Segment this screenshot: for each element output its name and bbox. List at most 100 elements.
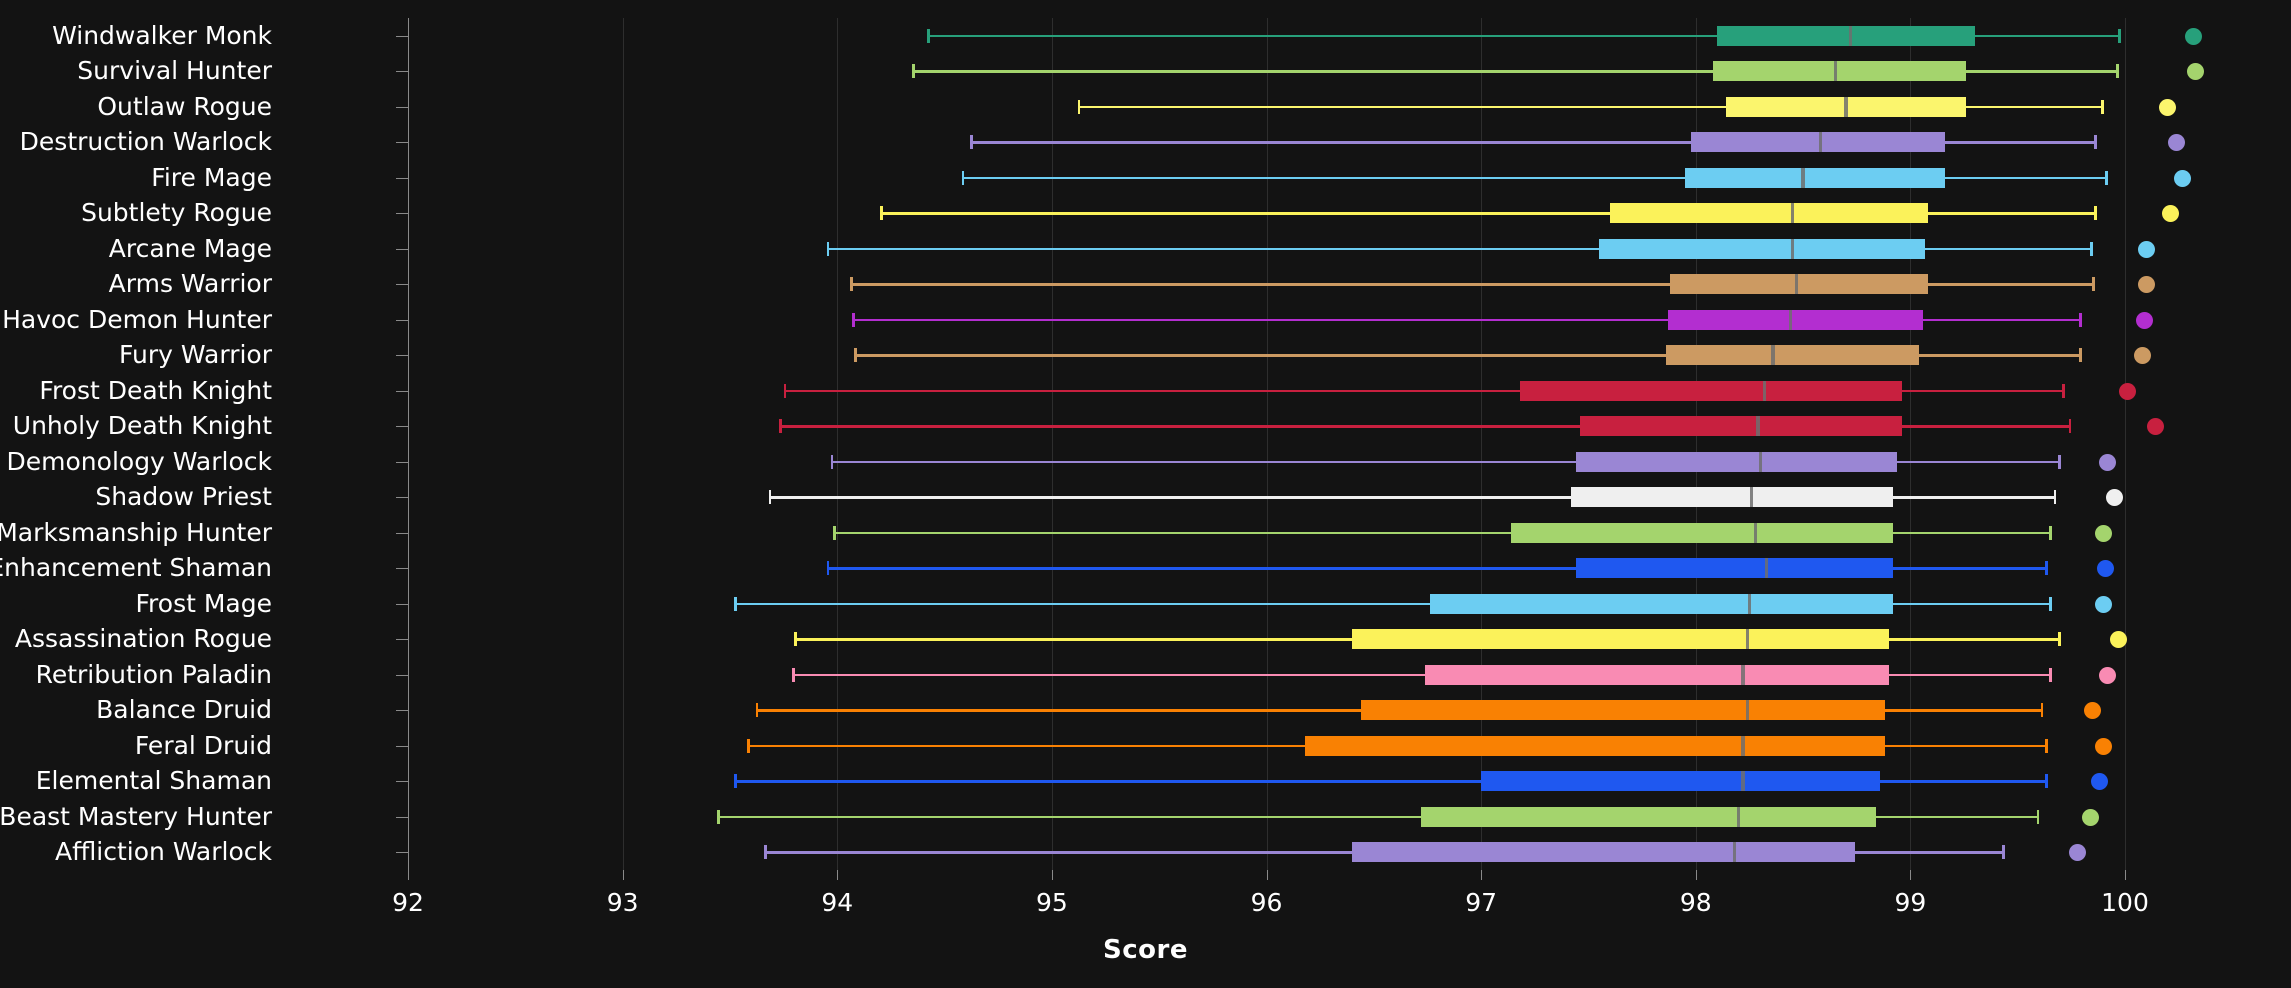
lower-whisker <box>717 815 1422 819</box>
boxplot-subtlety-rogue[interactable] <box>0 201 2291 225</box>
boxplot-feral-druid[interactable] <box>0 734 2291 758</box>
outlier-point[interactable] <box>2099 666 2117 684</box>
boxplot-retribution-paladin[interactable] <box>0 663 2291 687</box>
box-iqr[interactable] <box>1667 309 1924 330</box>
outlier-point[interactable] <box>2069 844 2087 862</box>
median-line <box>1762 380 1767 401</box>
outlier-point[interactable] <box>2159 98 2177 116</box>
lower-whisker <box>734 780 1482 783</box>
upper-whisker-cap <box>2094 135 2098 150</box>
boxplot-fury-warrior[interactable] <box>0 343 2291 367</box>
outlier-point[interactable] <box>2082 808 2100 826</box>
boxplot-windwalker-monk[interactable] <box>0 24 2291 48</box>
box-iqr[interactable] <box>1571 487 1894 508</box>
outlier-point[interactable] <box>2090 773 2108 791</box>
boxplot-destruction-warlock[interactable] <box>0 130 2291 154</box>
boxplot-frost-death-knight[interactable] <box>0 379 2291 403</box>
boxplot-survival-hunter[interactable] <box>0 59 2291 83</box>
outlier-point[interactable] <box>2133 347 2151 365</box>
median-line <box>1833 61 1837 82</box>
outlier-point[interactable] <box>2161 205 2179 223</box>
upper-whisker <box>1893 531 2053 535</box>
x-tick <box>622 870 624 880</box>
median-line <box>1801 167 1805 188</box>
boxplot-havoc-demon-hunter[interactable] <box>0 308 2291 332</box>
boxplot-frost-mage[interactable] <box>0 592 2291 616</box>
outlier-point[interactable] <box>2099 453 2117 471</box>
outlier-point[interactable] <box>2174 169 2192 187</box>
outlier-point[interactable] <box>2146 418 2164 436</box>
lower-whisker-cap <box>717 809 720 824</box>
outlier-point[interactable] <box>2097 560 2115 578</box>
lower-whisker <box>755 709 1361 712</box>
boxplot-arcane-mage[interactable] <box>0 237 2291 261</box>
outlier-point[interactable] <box>2187 63 2205 81</box>
boxplot-demonology-warlock[interactable] <box>0 450 2291 474</box>
boxplot-affliction-warlock[interactable] <box>0 840 2291 864</box>
box-iqr[interactable] <box>1599 238 1926 259</box>
median-line <box>1764 558 1769 579</box>
box-iqr[interactable] <box>1717 25 1975 46</box>
outlier-point[interactable] <box>2095 737 2113 755</box>
lower-whisker-cap <box>970 135 973 150</box>
box-iqr[interactable] <box>1360 700 1885 721</box>
upper-whisker-cap <box>2115 64 2119 79</box>
lower-whisker-cap <box>852 312 855 327</box>
box-iqr[interactable] <box>1609 203 1928 224</box>
boxplot-arms-warrior[interactable] <box>0 272 2291 296</box>
box-iqr[interactable] <box>1511 522 1894 543</box>
outlier-point[interactable] <box>2137 276 2155 294</box>
upper-whisker <box>1876 815 2040 819</box>
upper-whisker <box>1966 70 2119 73</box>
box-iqr[interactable] <box>1425 664 1889 685</box>
box-iqr[interactable] <box>1575 451 1898 472</box>
box-iqr[interactable] <box>1665 345 1919 366</box>
lower-whisker-cap <box>792 667 795 682</box>
median-line <box>1790 238 1794 259</box>
boxplot-enhancement-shaman[interactable] <box>0 556 2291 580</box>
box-iqr[interactable] <box>1305 735 1885 756</box>
upper-whisker <box>1923 318 2083 322</box>
boxplot-beast-mastery-hunter[interactable] <box>0 805 2291 829</box>
outlier-point[interactable] <box>2118 382 2136 400</box>
boxplot-marksmanship-hunter[interactable] <box>0 521 2291 545</box>
outlier-point[interactable] <box>2135 311 2153 329</box>
boxplot-balance-druid[interactable] <box>0 698 2291 722</box>
outlier-point[interactable] <box>2105 489 2123 507</box>
box-iqr[interactable] <box>1481 771 1881 792</box>
boxplot-outlaw-rogue[interactable] <box>0 95 2291 119</box>
upper-whisker-cap <box>2090 241 2093 256</box>
outlier-point[interactable] <box>2168 134 2185 152</box>
outlier-point[interactable] <box>2137 240 2155 258</box>
upper-whisker-cap <box>2045 774 2048 789</box>
boxplot-elemental-shaman[interactable] <box>0 769 2291 793</box>
outlier-point[interactable] <box>2095 595 2113 613</box>
box-iqr[interactable] <box>1712 61 1967 82</box>
box-iqr[interactable] <box>1352 842 1855 863</box>
box-iqr[interactable] <box>1685 167 1945 188</box>
box-iqr[interactable] <box>1421 806 1877 827</box>
upper-whisker <box>1901 389 2065 393</box>
boxplot-unholy-death-knight[interactable] <box>0 414 2291 438</box>
box-iqr[interactable] <box>1352 629 1889 650</box>
lower-whisker <box>854 354 1666 357</box>
upper-whisker-cap <box>2036 809 2040 824</box>
box-iqr[interactable] <box>1575 558 1894 579</box>
boxplot-assassination-rogue[interactable] <box>0 627 2291 651</box>
median-line <box>1749 487 1754 508</box>
lower-whisker <box>852 318 1668 322</box>
median-line <box>1737 806 1741 827</box>
box-iqr[interactable] <box>1669 274 1928 295</box>
outlier-point[interactable] <box>2095 524 2113 542</box>
outlier-point[interactable] <box>2185 27 2203 45</box>
box-iqr[interactable] <box>1429 593 1894 614</box>
upper-whisker <box>1893 567 2048 570</box>
box-iqr[interactable] <box>1519 380 1902 401</box>
outlier-point[interactable] <box>2110 631 2128 649</box>
boxplot-fire-mage[interactable] <box>0 166 2291 190</box>
box-iqr[interactable] <box>1579 416 1902 437</box>
lower-whisker-cap <box>783 383 787 398</box>
upper-whisker <box>1944 176 2108 180</box>
outlier-point[interactable] <box>2084 702 2102 720</box>
boxplot-shadow-priest[interactable] <box>0 485 2291 509</box>
